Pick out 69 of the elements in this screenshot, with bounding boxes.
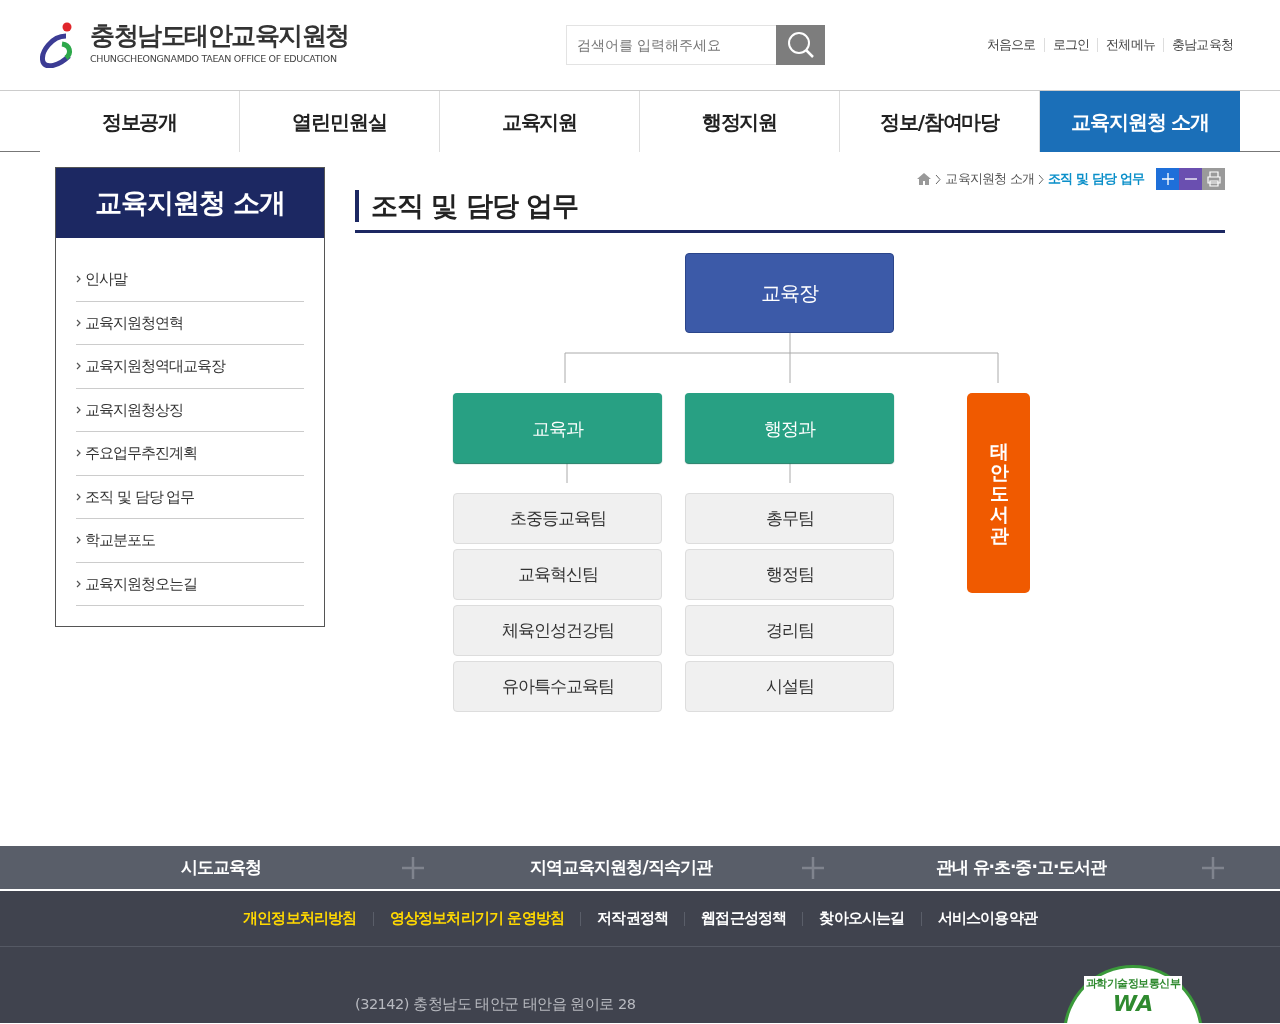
sidebar-item[interactable]: 교육지원청연혁	[76, 301, 304, 345]
page-title: 조직 및 담당 업무	[355, 190, 579, 223]
library-box: 태안도서관	[967, 393, 1030, 594]
search-button[interactable]	[776, 25, 825, 65]
team-box: 체육인성건강팀	[453, 605, 662, 657]
main-menu-tab[interactable]: 교육지원	[440, 91, 640, 152]
sidebar-item[interactable]: 교육지원청오는길	[76, 562, 304, 606]
chevron-icon	[76, 536, 81, 545]
department-box: 행정과	[685, 393, 894, 464]
sidebar-item[interactable]: 조직 및 담당 업무	[76, 475, 304, 519]
chevron-icon	[76, 405, 81, 414]
policy-link[interactable]: 저작권정책	[597, 907, 669, 930]
team-box: 초중등교육팀	[453, 493, 662, 545]
plus-icon[interactable]	[802, 856, 824, 879]
utility-link[interactable]: 처음으로	[986, 35, 1036, 55]
print-icon	[1205, 171, 1222, 188]
search-icon	[786, 31, 815, 59]
logo-subtitle: CHUNGCHEONGNAMDO TAEAN OFFICE OF EDUCATION	[90, 52, 338, 67]
team-box: 경리팀	[685, 605, 894, 657]
main-menu-tab[interactable]: 열린민원실	[240, 91, 440, 152]
team-box: 교육혁신팀	[453, 549, 662, 601]
policy-link[interactable]: 웹접근성정책	[701, 907, 787, 930]
chevron-icon	[76, 449, 81, 458]
site-dropdown[interactable]: 지역교육지원청/직속기관	[440, 846, 840, 889]
search-field[interactable]: 검색어를 입력해주세요	[566, 25, 776, 65]
chevron-icon	[1037, 173, 1044, 185]
team-box: 총무팀	[685, 493, 894, 545]
plus-icon[interactable]	[402, 856, 424, 879]
zoom-out-button[interactable]	[1179, 168, 1202, 190]
sidebar-title: 교육지원청 소개	[56, 168, 324, 238]
chevron-icon	[76, 579, 81, 588]
policy-link[interactable]: 영상정보처리기기 운영방침	[389, 907, 565, 930]
main-menu-tab[interactable]: 정보/참여마당	[840, 91, 1040, 152]
policy-link[interactable]: 찾아오시는길	[819, 907, 905, 930]
main-menu-tab[interactable]: 교육지원청 소개	[1040, 91, 1240, 152]
chevron-icon	[76, 318, 81, 327]
utility-link[interactable]: 충남교육청	[1172, 35, 1233, 55]
chevron-icon	[935, 173, 942, 185]
utility-link[interactable]: 로그인	[1052, 35, 1090, 55]
zoom-in-button[interactable]	[1156, 168, 1179, 190]
policy-link[interactable]: 서비스이용약관	[937, 907, 1038, 930]
logo-title[interactable]: 충청남도태안교육지원청	[90, 23, 349, 49]
home-icon[interactable]	[917, 173, 932, 185]
site-dropdown[interactable]: 관내 유·초·중·고·도서관	[840, 846, 1240, 889]
breadcrumb-link[interactable]: 조직 및 담당 업무	[1047, 169, 1144, 189]
main-menu-tab[interactable]: 정보공개	[40, 91, 240, 152]
sidebar-item[interactable]: 주요업무추진계획	[76, 432, 304, 476]
team-box: 유아특수교육팀	[453, 661, 662, 713]
site-dropdown[interactable]: 시도교육청	[40, 846, 440, 889]
main-menu-tab[interactable]: 행정지원	[640, 91, 840, 152]
team-box: 시설팀	[685, 661, 894, 713]
team-box: 행정팀	[685, 549, 894, 601]
utility-link[interactable]: 전체메뉴	[1106, 35, 1155, 55]
sidebar-item[interactable]: 교육지원청역대교육장	[76, 345, 304, 389]
address-text: (32142) 충청남도 태안군 태안읍 원이로 28	[355, 995, 636, 1014]
print-button[interactable]	[1202, 168, 1225, 190]
sidebar-item[interactable]: 학교분포도	[76, 519, 304, 563]
chevron-icon	[76, 275, 81, 284]
chevron-icon	[76, 362, 81, 371]
sidebar-item[interactable]: 인사말	[76, 258, 304, 302]
org-head-box: 교육장	[685, 253, 894, 334]
sidebar-item[interactable]: 교육지원청상징	[76, 388, 304, 432]
breadcrumb-link[interactable]: 교육지원청 소개	[945, 169, 1034, 189]
department-box: 교육과	[453, 393, 662, 464]
chevron-icon	[76, 492, 81, 501]
certification-mark: 과학기술정보통신부 WA	[1063, 965, 1203, 1023]
policy-link[interactable]: 개인정보처리방침	[242, 907, 357, 930]
plus-icon[interactable]	[1202, 856, 1224, 879]
plus-icon	[1161, 173, 1174, 186]
